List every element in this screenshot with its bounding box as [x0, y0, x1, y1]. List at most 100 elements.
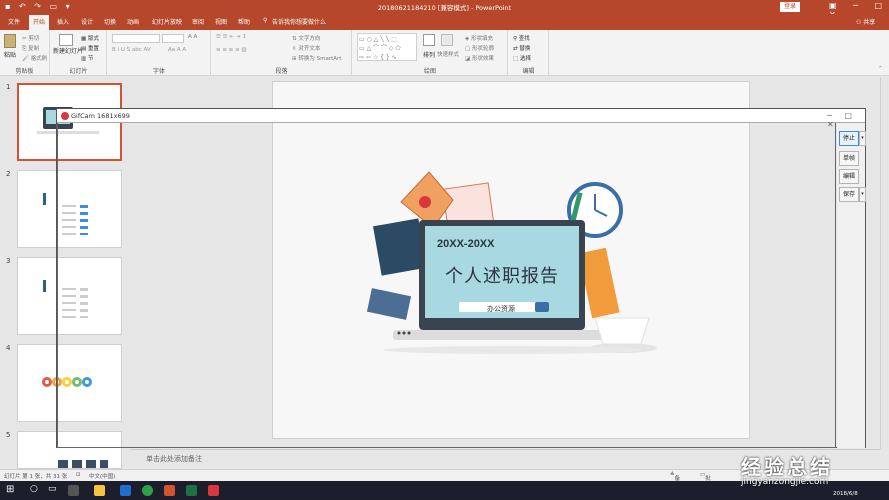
font-grow-shrink-icon[interactable]: A A [188, 34, 197, 40]
watermark: 经验总结 jingyanzongjie.com [741, 451, 881, 487]
ribbon-display-options-icon[interactable]: ▣ [829, 1, 837, 10]
font-style-icons[interactable]: B I U S abc AV [112, 47, 151, 53]
section-label: 节 [87, 56, 94, 62]
gifcam-title-bar: GifCam 1681x699 ─ □ ✕ [57, 109, 865, 129]
paste-icon[interactable] [4, 34, 16, 48]
browser-icon[interactable] [120, 485, 131, 496]
slide-number: 3 [6, 257, 11, 265]
share-label: 共享 [863, 19, 876, 26]
replace-label: 替换 [519, 46, 531, 52]
powerpoint-taskbar-icon[interactable] [164, 485, 175, 496]
slide-number: 4 [6, 344, 11, 352]
shape-effects-button[interactable]: ◪ 形状效果 [465, 54, 494, 62]
cut-button[interactable]: ✂ 剪切 [22, 34, 39, 42]
gifcam-stop-button[interactable]: 停止 [839, 131, 859, 146]
align-icons[interactable]: ≡ ≡ ≡ ≡ ▥ [216, 47, 247, 53]
gifcam-frame-button[interactable]: 单帧 [839, 151, 859, 166]
watermark-line1: 经验总结 [741, 455, 833, 479]
reset-label: 重置 [87, 46, 99, 52]
tab-insert[interactable]: 插入 [57, 17, 69, 26]
taskbar-date: 2018/6/8 [833, 491, 858, 497]
select-button[interactable]: ⬚ 选择 [513, 54, 531, 62]
slide-count: 幻灯片 第 1 张，共 31 张 [4, 474, 68, 480]
paragraph-group-label: 段落 [275, 68, 288, 75]
arrange-icon[interactable] [423, 34, 435, 46]
align-text-button[interactable]: ⇳ 对齐文本 [292, 44, 320, 52]
font-name-box[interactable] [112, 34, 160, 43]
title-bar: ▪ ↶ ↷ ▭ ▾ 20180621184210 [兼容模式] - PowerP… [0, 0, 889, 19]
shapes-gallery[interactable]: ▭ ○ △ ╲ ╲ ⬚ ▭ △ ⌒ ⌒ ◇ ⬠ ⇨ ⇦ ☆ { } ∿ [357, 33, 417, 61]
text-direction-button[interactable]: ⇅ 文字方向 [292, 34, 320, 42]
drawing-group-label: 绘图 [423, 68, 436, 75]
quick-styles-button[interactable]: 快速样式 [437, 50, 459, 58]
language-indicator[interactable]: 中文(中国) [89, 472, 115, 480]
clipboard-group: 粘贴 ✂ 剪切 ⎘ 复制 🖌 格式刷 剪贴板 [0, 30, 50, 76]
reset-button[interactable]: ▤ 重置 [81, 44, 99, 52]
gifcam-save-button[interactable]: 保存 [839, 187, 859, 202]
editing-group: ⚲ 查找 ⇄ 替换 ⬚ 选择 编辑 [509, 30, 549, 76]
tab-review[interactable]: 审阅 [192, 17, 204, 26]
collapse-ribbon-icon[interactable]: ⌃ [878, 66, 883, 72]
smartart-button[interactable]: ⊞ 转换为 SmartArt [292, 54, 341, 62]
list-icons[interactable]: ☰ ☰ ⇤ ⇥ ↕ [216, 34, 247, 40]
format-painter-button[interactable]: 🖌 格式刷 [22, 54, 47, 62]
file-explorer-icon[interactable] [94, 485, 105, 496]
arrange-button[interactable]: 排列 [423, 50, 435, 59]
shape-outline-button[interactable]: ▢ 形状轮廓 [465, 44, 494, 52]
gifcam-window: GifCam 1681x699 ─ □ ✕ 停止 ▾ 单帧 编辑 保存 ▾ [56, 108, 866, 448]
clipboard-group-label: 剪贴板 [15, 68, 34, 75]
comments-toggle[interactable]: ▭ 批注 [700, 472, 711, 490]
spellcheck-icon[interactable]: ⊡ [76, 472, 81, 478]
tab-view[interactable]: 视图 [215, 17, 227, 26]
paste-button[interactable]: 粘贴 [4, 50, 16, 59]
gifcam-save-dropdown[interactable]: ▾ [859, 187, 866, 202]
tab-design[interactable]: 设计 [81, 17, 93, 26]
tab-home[interactable]: 开始 [29, 15, 50, 30]
tell-me-search[interactable]: 告诉我你想要做什么 [272, 17, 326, 26]
gifcam-taskbar-icon[interactable] [208, 485, 219, 496]
chat-app-icon[interactable] [142, 485, 153, 496]
notes-toggle[interactable]: ≙ 备注 [670, 472, 680, 490]
login-button[interactable]: 登录 [780, 2, 800, 12]
task-view-icon[interactable]: ▭ [48, 484, 57, 494]
layout-label: 版式 [87, 36, 99, 42]
shape-fill-button[interactable]: ◈ 形状填充 [465, 34, 493, 42]
find-label: 查找 [518, 36, 530, 42]
gifcam-maximize-icon[interactable]: □ [844, 111, 852, 120]
copy-button[interactable]: ⎘ 复制 [22, 44, 39, 53]
excel-taskbar-icon[interactable] [186, 485, 197, 496]
app-icon[interactable] [68, 485, 79, 496]
new-slide-icon[interactable] [59, 34, 73, 46]
tab-help[interactable]: 帮助 [238, 17, 250, 26]
gifcam-minimize-icon[interactable]: ─ [827, 111, 832, 120]
cut-label: 剪切 [28, 36, 40, 42]
layout-button[interactable]: ▦ 版式 [81, 34, 99, 42]
ribbon-tabs: 文件 开始 插入 设计 切换 动画 幻灯片放映 审阅 视图 帮助 ⚲ 告诉我你想… [0, 14, 889, 30]
maximize-icon[interactable]: □ [874, 1, 882, 10]
find-button[interactable]: ⚲ 查找 [513, 34, 530, 42]
paragraph-group: ☰ ☰ ⇤ ⇥ ↕ ≡ ≡ ≡ ≡ ▥ ⇅ 文字方向 ⇳ 对齐文本 ⊞ 转换为 … [212, 30, 352, 76]
share-button[interactable]: ⚇ 共享 [856, 17, 875, 26]
windows-start-icon[interactable]: ⊞ [6, 484, 14, 495]
minimize-icon[interactable]: ─ [853, 1, 858, 10]
select-label: 选择 [519, 56, 531, 62]
vertical-scrollbar[interactable] [880, 77, 889, 449]
quick-styles-icon[interactable] [441, 34, 453, 46]
new-slide-button[interactable]: 新建幻灯片 [53, 48, 83, 55]
tab-slideshow[interactable]: 幻灯片放映 [152, 17, 182, 26]
gifcam-edit-button[interactable]: 编辑 [839, 169, 859, 184]
tab-animations[interactable]: 动画 [127, 17, 139, 26]
font-color-icons[interactable]: Aa A A [168, 47, 186, 53]
replace-button[interactable]: ⇄ 替换 [513, 44, 530, 52]
cortana-icon[interactable]: ○ [30, 484, 38, 494]
gifcam-capture-frame[interactable] [57, 123, 836, 448]
tab-file[interactable]: 文件 [8, 17, 20, 26]
thumbnail-circle-red [42, 377, 52, 387]
section-button[interactable]: ▥ 节 [81, 54, 93, 62]
slides-group: 新建幻灯片 ▦ 版式 ▤ 重置 ▥ 节 幻灯片 [51, 30, 107, 76]
tab-transitions[interactable]: 切换 [104, 17, 116, 26]
slide-number: 1 [6, 83, 11, 91]
font-size-box[interactable] [162, 34, 184, 43]
gifcam-stop-dropdown[interactable]: ▾ [859, 131, 866, 146]
smartart-label: 转换为 SmartArt [298, 56, 342, 62]
